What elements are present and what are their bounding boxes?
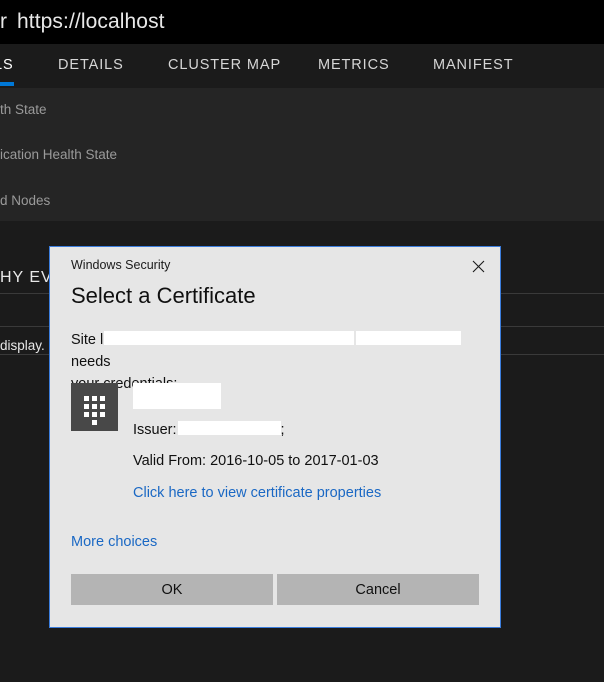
tab-cluster-map[interactable]: CLUSTER MAP: [168, 57, 281, 75]
panel-row-application-health-state: ication Health State: [0, 147, 118, 162]
prompt-prefix: Site l: [71, 332, 104, 348]
tab-essentials[interactable]: LS: [0, 57, 14, 86]
dialog-heading: Select a Certificate: [71, 283, 256, 308]
issuer-trailing: ;: [280, 422, 285, 438]
browser-address-bar[interactable]: r https://localhost: [0, 0, 604, 44]
certificate-issuer: Issuer:;: [133, 421, 285, 438]
view-certificate-properties-link[interactable]: Click here to view certificate propertie…: [133, 485, 381, 501]
tab-details[interactable]: DETAILS: [58, 57, 124, 75]
dialog-titlebar: Windows Security: [50, 247, 500, 285]
more-choices-link[interactable]: More choices: [71, 534, 157, 550]
redacted-issuer-name: [177, 421, 281, 435]
address-bar-url: https://localhost: [17, 10, 165, 33]
tab-manifest[interactable]: MANIFEST: [433, 57, 514, 75]
certificate-validity: Valid From: 2016-10-05 to 2017-01-03: [133, 453, 379, 469]
panel-row-health-state: th State: [0, 102, 47, 117]
windows-security-dialog: Windows Security Select a Certificate Si…: [49, 246, 501, 628]
essentials-panel: th State ication Health State d Nodes: [0, 88, 604, 221]
cancel-button[interactable]: Cancel: [277, 574, 479, 605]
dialog-button-row: OK Cancel: [71, 574, 479, 605]
table-row-note: display.: [0, 338, 45, 353]
close-icon[interactable]: [464, 253, 492, 279]
prompt-suffix: needs: [71, 354, 111, 370]
dialog-app-title: Windows Security: [71, 258, 171, 272]
redacted-site-name: [104, 331, 355, 345]
address-bar-clipped-glyph: r: [0, 10, 7, 33]
smartcard-certificate-icon: [71, 383, 118, 431]
redacted-certificate-name: [133, 383, 221, 409]
panel-row-seed-nodes: d Nodes: [0, 193, 51, 208]
redacted-site-name-2: [356, 331, 462, 345]
nav-tab-strip: LS DETAILS CLUSTER MAP METRICS MANIFEST: [0, 44, 604, 88]
tab-metrics[interactable]: METRICS: [318, 57, 390, 75]
ok-button[interactable]: OK: [71, 574, 273, 605]
issuer-label: Issuer:: [133, 422, 177, 438]
